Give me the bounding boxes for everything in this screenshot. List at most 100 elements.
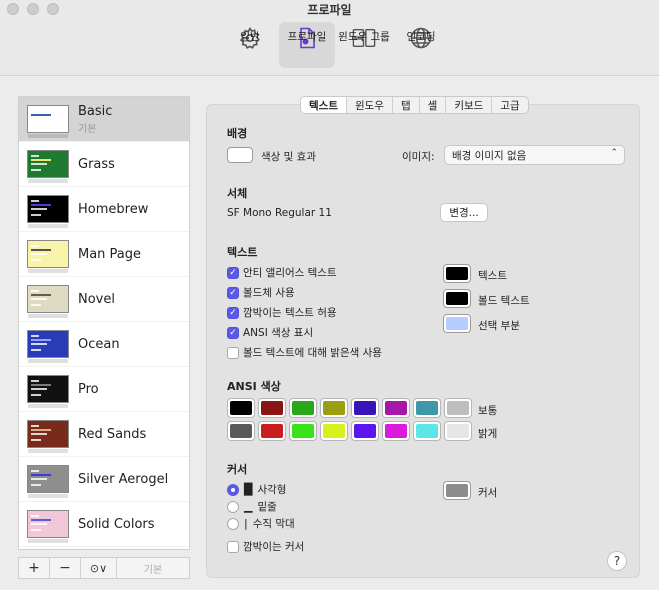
text-option-checkbox[interactable]: ✓ 볼드체 사용 bbox=[227, 285, 295, 300]
profile-thumbnail bbox=[27, 195, 69, 228]
add-profile-button[interactable]: + bbox=[19, 558, 50, 578]
thumbnail-shadow bbox=[28, 449, 68, 453]
cursor-color-label: 커서 bbox=[478, 487, 498, 499]
ansi-bright-color-well[interactable] bbox=[413, 421, 441, 441]
cursor-color-well[interactable] bbox=[443, 481, 471, 500]
ansi-normal-color-well[interactable] bbox=[382, 398, 410, 418]
ansi-normal-color-well[interactable] bbox=[258, 398, 286, 418]
profile-name: Red Sands bbox=[78, 426, 147, 442]
profile-item[interactable]: Ocean bbox=[19, 322, 189, 367]
thumbnail-line bbox=[31, 159, 51, 161]
subtab-shell[interactable]: 셸 bbox=[420, 97, 447, 113]
thumbnail-line bbox=[31, 155, 39, 157]
ansi-bright-color-well[interactable] bbox=[444, 421, 472, 441]
ansi-bright-color-well[interactable] bbox=[351, 421, 379, 441]
profile-item[interactable]: Novel bbox=[19, 277, 189, 322]
profile-item[interactable]: Solid Colors bbox=[19, 502, 189, 547]
color-fill bbox=[447, 401, 469, 415]
thumbnail-shadow bbox=[28, 359, 68, 363]
blink-cursor-checkbox[interactable]: 깜박이는 커서 bbox=[227, 539, 304, 554]
profile-name: Solid Colors bbox=[78, 516, 155, 532]
help-button[interactable]: ? bbox=[607, 551, 627, 571]
text-option-checkbox[interactable]: ✓ 깜박이는 텍스트 허용 bbox=[227, 305, 337, 320]
window-title: 프로파일 bbox=[307, 3, 352, 17]
text-color-well[interactable] bbox=[443, 264, 471, 283]
subtab-window[interactable]: 윈도우 bbox=[347, 97, 393, 113]
thumbnail-shadow bbox=[28, 134, 68, 138]
subtab-advanced[interactable]: 고급 bbox=[492, 97, 527, 113]
ansi-bright-color-well[interactable] bbox=[382, 421, 410, 441]
profile-text: Man Page bbox=[78, 247, 141, 262]
profile-name: Man Page bbox=[78, 246, 142, 262]
thumbnail-shadow bbox=[28, 269, 68, 273]
profile-text: Basic 기본 bbox=[78, 104, 112, 135]
thumbnail-line bbox=[31, 118, 47, 120]
background-image-value: 배경 이미지 없음 bbox=[452, 149, 527, 162]
window-titlebar: 프로파일 일반 프로파일 윈도우 그룹 인코딩 bbox=[0, 0, 659, 76]
ansi-normal-color-well[interactable] bbox=[351, 398, 379, 418]
profile-item[interactable]: Silver Aerogel bbox=[19, 457, 189, 502]
subtab-keyboard[interactable]: 키보드 bbox=[446, 97, 493, 113]
ansi-normal-color-well[interactable] bbox=[444, 398, 472, 418]
thumbnail-line bbox=[31, 110, 39, 112]
thumbnail-line bbox=[31, 433, 47, 435]
cursor-shape-icon: █ bbox=[244, 483, 253, 496]
profile-item[interactable]: Man Page bbox=[19, 232, 189, 277]
text-section-title: 텍스트 bbox=[227, 246, 258, 259]
cursor-style-radio[interactable]: █ 사각형 bbox=[227, 482, 286, 497]
thumbnail-line bbox=[31, 470, 39, 472]
profile-list[interactable]: Basic 기본 Grass Homebrew Man Page Novel Ocean Pr… bbox=[18, 96, 190, 550]
thumbnail-line bbox=[31, 339, 51, 341]
ansi-bright-color-well[interactable] bbox=[320, 421, 348, 441]
thumbnail-line bbox=[31, 259, 41, 261]
cursor-style-radio[interactable]: | 수직 막대 bbox=[227, 516, 295, 531]
ansi-normal-color-well[interactable] bbox=[320, 398, 348, 418]
color-fill bbox=[230, 424, 252, 438]
settings-subtabs: 텍스트 윈도우 탭 셸 키보드 고급 bbox=[300, 96, 529, 114]
radio-dot bbox=[227, 483, 239, 496]
tab-encodings[interactable]: 인코딩 bbox=[393, 22, 449, 68]
profile-item[interactable]: Red Sands bbox=[19, 412, 189, 457]
tab-general[interactable]: 일반 bbox=[222, 22, 278, 68]
text-option-checkbox[interactable]: 볼드 텍스트에 대해 밝은색 사용 bbox=[227, 345, 382, 360]
thumbnail-line bbox=[31, 425, 39, 427]
tab-profiles[interactable]: 프로파일 bbox=[279, 22, 335, 68]
thumbnail-line bbox=[31, 163, 47, 165]
checkmark-icon: ✓ bbox=[227, 266, 239, 279]
set-default-button[interactable]: 기본 bbox=[117, 558, 189, 578]
background-image-select[interactable]: 배경 이미지 없음 ⌃ bbox=[444, 145, 625, 165]
profile-item[interactable]: Pro bbox=[19, 367, 189, 412]
thumbnail-line bbox=[31, 429, 51, 431]
profile-item[interactable]: Homebrew bbox=[19, 187, 189, 232]
thumbnail-line bbox=[31, 384, 51, 386]
text-color-well[interactable] bbox=[443, 289, 471, 308]
remove-profile-button[interactable]: − bbox=[50, 558, 81, 578]
color-fill bbox=[261, 401, 283, 415]
ansi-bright-color-well[interactable] bbox=[258, 421, 286, 441]
text-color-label: 선택 부분 bbox=[478, 320, 520, 332]
subtab-text[interactable]: 텍스트 bbox=[301, 97, 347, 113]
text-color-well[interactable] bbox=[443, 314, 471, 333]
background-color-well[interactable] bbox=[227, 147, 253, 163]
thumbnail-line bbox=[31, 484, 41, 486]
profile-name: Homebrew bbox=[78, 201, 149, 217]
more-actions-menu-button[interactable]: ⊙∨ bbox=[81, 558, 117, 578]
thumbnail-line bbox=[31, 294, 51, 296]
thumbnail-line bbox=[31, 290, 39, 292]
subtab-tab[interactable]: 탭 bbox=[393, 97, 420, 113]
radio-label: 사각형 bbox=[257, 484, 287, 496]
cursor-style-radio[interactable]: ▁ 밑줄 bbox=[227, 499, 277, 514]
change-font-button[interactable]: 변경... bbox=[440, 203, 488, 222]
text-option-checkbox[interactable]: ✓ 안티 앨리어스 텍스트 bbox=[227, 265, 337, 280]
thumbnail-shadow bbox=[28, 539, 68, 543]
text-option-checkbox[interactable]: ✓ ANSI 색상 표시 bbox=[227, 325, 313, 340]
profile-item[interactable]: Basic 기본 bbox=[19, 97, 189, 142]
profile-item[interactable]: Grass bbox=[19, 142, 189, 187]
tab-window-groups[interactable]: 윈도우 그룹 bbox=[336, 22, 392, 68]
thumbnail-shadow bbox=[28, 179, 68, 183]
ansi-normal-color-well[interactable] bbox=[289, 398, 317, 418]
ansi-normal-color-well[interactable] bbox=[227, 398, 255, 418]
ansi-normal-color-well[interactable] bbox=[413, 398, 441, 418]
ansi-bright-color-well[interactable] bbox=[227, 421, 255, 441]
ansi-bright-color-well[interactable] bbox=[289, 421, 317, 441]
